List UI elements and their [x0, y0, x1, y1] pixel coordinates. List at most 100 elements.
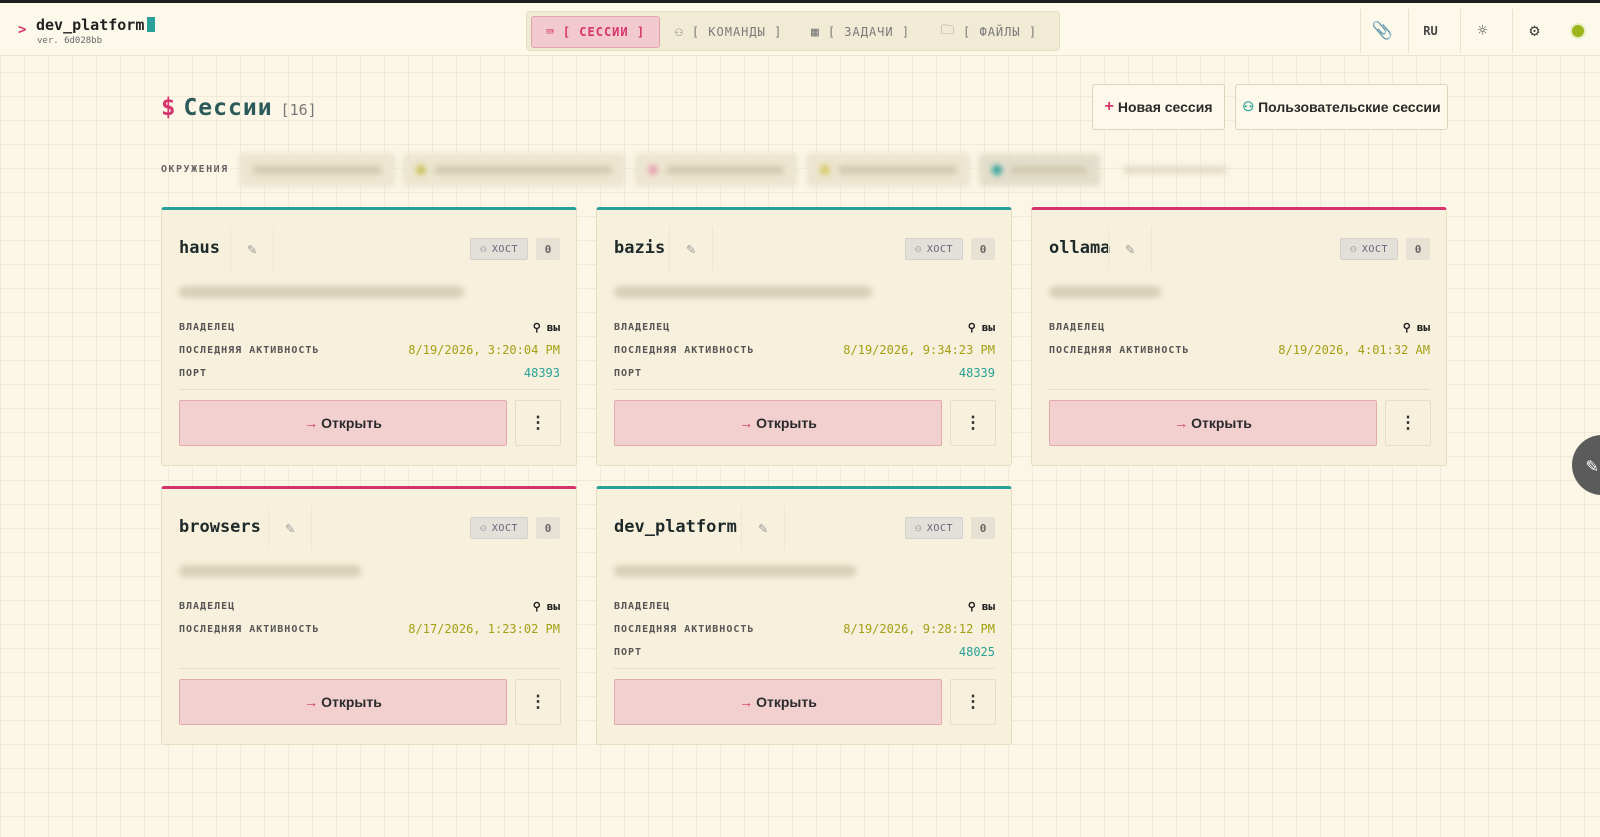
status-indicator: [1572, 25, 1584, 37]
host-badge: ⚇ ХОСТ: [905, 238, 963, 260]
env-dot: [992, 165, 1002, 175]
more-button[interactable]: ⋮: [515, 679, 561, 725]
activity-label: ПОСЛЕДНЯЯ АКТИВНОСТЬ: [1049, 344, 1190, 356]
attach-button[interactable]: 📎: [1360, 9, 1404, 53]
tab-sessions[interactable]: ⌨ [ СЕССИИ ]: [531, 16, 661, 48]
app-name: dev_platform: [36, 16, 156, 34]
more-button[interactable]: ⋮: [515, 400, 561, 446]
open-label: Открыть: [321, 415, 382, 431]
port-value: 48393: [523, 366, 560, 380]
settings-button[interactable]: ⚙: [1512, 9, 1556, 53]
more-vertical-icon: ⋮: [964, 413, 982, 433]
app-version: ver. 6d028bb: [37, 36, 103, 46]
edit-button[interactable]: ✎: [669, 227, 713, 271]
session-card-ollama: ollama ✎ ⚇ ХОСТ 0 ВЛАДЕЛЕЦ ⚲ вы ПОСЛЕДНЯЯ А…: [1031, 207, 1447, 466]
cursor-block: [147, 17, 156, 32]
port-row: ПОРТ 48393: [179, 365, 560, 381]
owner-label: ВЛАДЕЛЕЦ: [179, 321, 236, 333]
env-chip[interactable]: [635, 154, 797, 186]
plus-icon: +: [1104, 98, 1114, 115]
pencil-icon: ✎: [247, 240, 257, 258]
env-chip[interactable]: [807, 154, 970, 186]
count-badge: 0: [971, 238, 995, 260]
language-button[interactable]: RU: [1408, 9, 1452, 53]
users-icon: ⚇: [915, 522, 922, 534]
page-title-text: Сессии: [183, 95, 273, 121]
env-chip-blur: [253, 166, 382, 174]
new-session-button[interactable]: + Новая сессия: [1092, 84, 1225, 130]
owner-value: ⚲ вы: [1402, 320, 1430, 334]
port-row: ПОРТ 48339: [614, 365, 995, 381]
arrow-right-icon: →: [739, 694, 754, 710]
users-icon: ⚇: [480, 243, 487, 255]
tab-tasks[interactable]: ▦ [ ЗАДАЧИ ]: [797, 16, 924, 48]
open-button[interactable]: → Открыть: [614, 679, 942, 725]
open-button[interactable]: → Открыть: [179, 400, 507, 446]
tab-label: [ ЗАДАЧИ ]: [827, 25, 911, 39]
env-dot: [820, 165, 830, 175]
env-chip-blur: [1123, 166, 1227, 174]
new-session-label: Новая сессия: [1117, 99, 1213, 115]
env-chip[interactable]: [979, 154, 1100, 186]
tab-files[interactable]: 🗀 [ ФАЙЛЫ ]: [927, 16, 1051, 48]
user-icon: ⚲: [1402, 320, 1411, 334]
count-badge: 0: [536, 517, 560, 539]
users-icon: ⚇: [675, 24, 684, 40]
env-chip[interactable]: [240, 154, 395, 186]
arrow-right-icon: →: [1174, 415, 1189, 431]
user-icon: ⚲: [967, 320, 976, 334]
prompt-icon: >: [18, 22, 27, 38]
environments-label: ОКРУЖЕНИЯ: [161, 164, 229, 175]
divider: [179, 389, 560, 390]
edit-button[interactable]: ✎: [268, 506, 312, 550]
session-name: dev_platform: [614, 517, 737, 537]
open-button[interactable]: → Открыть: [614, 400, 942, 446]
terminal-icon: ⌨: [546, 24, 555, 40]
edit-button[interactable]: ✎: [741, 506, 785, 550]
edit-button[interactable]: ✎: [1108, 227, 1152, 271]
session-card-dev-platform: dev_platform ✎ ⚇ ХОСТ 0 ВЛАДЕЛЕЦ ⚲ вы ПОСЛЕ…: [596, 486, 1012, 745]
divider: [614, 389, 995, 390]
top-bar: > dev_platform ver. 6d028bb ⌨ [ СЕССИИ ]…: [0, 3, 1600, 56]
tab-commands[interactable]: ⚇ [ КОМАНДЫ ]: [661, 16, 796, 48]
divider: [614, 668, 995, 669]
description-blur: [614, 565, 856, 577]
open-button[interactable]: → Открыть: [1049, 400, 1377, 446]
env-chip[interactable]: [1110, 154, 1240, 186]
user-sessions-button[interactable]: ⚇ Пользовательские сессии: [1235, 84, 1448, 130]
user-icon: ⚲: [532, 599, 541, 613]
owner-value: ⚲ вы: [532, 599, 560, 613]
dollar-icon: $: [161, 93, 176, 121]
port-value: 48025: [958, 645, 995, 659]
theme-toggle-button[interactable]: ☼: [1460, 9, 1504, 53]
arrow-right-icon: →: [304, 694, 319, 710]
host-badge-label: ХОСТ: [491, 243, 518, 255]
owner-label: ВЛАДЕЛЕЦ: [614, 600, 671, 612]
tab-label: [ ФАЙЛЫ ]: [963, 25, 1038, 39]
users-icon: ⚇: [915, 243, 922, 255]
edit-button[interactable]: ✎: [230, 227, 274, 271]
floating-edit-button[interactable]: ✎: [1572, 435, 1600, 495]
count-badge: 0: [1406, 238, 1430, 260]
more-button[interactable]: ⋮: [950, 679, 996, 725]
activity-value: 8/17/2026, 1:23:02 PM: [408, 622, 560, 636]
more-button[interactable]: ⋮: [950, 400, 996, 446]
more-button[interactable]: ⋮: [1385, 400, 1431, 446]
arrow-right-icon: →: [739, 415, 754, 431]
owner-row: ВЛАДЕЛЕЦ ⚲ вы: [614, 319, 995, 335]
env-chip-blur: [434, 166, 612, 174]
open-label: Открыть: [1191, 415, 1252, 431]
port-row: ПОРТ 48025: [614, 644, 995, 660]
owner-row: ВЛАДЕЛЕЦ ⚲ вы: [179, 598, 560, 614]
open-button[interactable]: → Открыть: [179, 679, 507, 725]
activity-row: ПОСЛЕДНЯЯ АКТИВНОСТЬ 8/19/2026, 9:34:23 P…: [614, 342, 995, 358]
env-dot: [416, 165, 426, 175]
env-chip[interactable]: [403, 154, 625, 186]
activity-value: 8/19/2026, 3:20:04 PM: [408, 343, 560, 357]
open-label: Открыть: [756, 694, 817, 710]
paperclip-icon: 📎: [1371, 21, 1394, 41]
activity-label: ПОСЛЕДНЯЯ АКТИВНОСТЬ: [179, 344, 320, 356]
count-badge: 0: [536, 238, 560, 260]
open-label: Открыть: [756, 415, 817, 431]
session-name: haus: [179, 238, 220, 258]
